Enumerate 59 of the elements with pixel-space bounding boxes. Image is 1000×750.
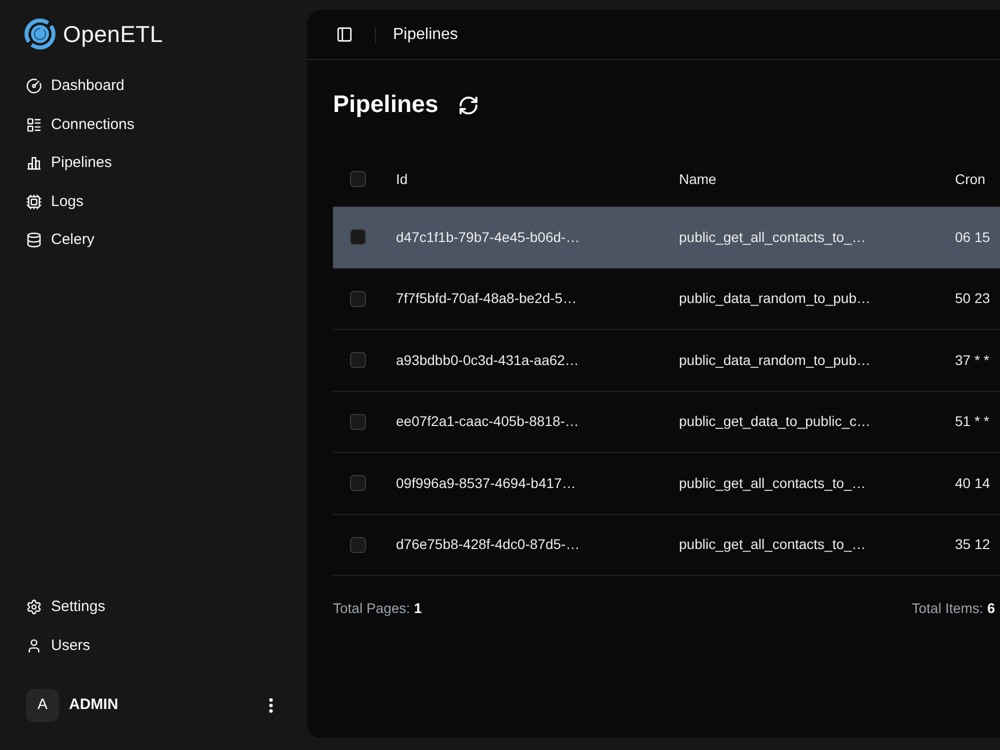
row-checkbox[interactable] bbox=[350, 229, 366, 246]
select-all-checkbox[interactable] bbox=[350, 171, 366, 187]
table-row[interactable]: a93bdbb0-0c3d-431a-aa62… public_data_random_to_pub… 37 * * bbox=[333, 330, 1000, 392]
table-cell: public_data_random_to_pub… bbox=[679, 290, 870, 306]
table-cell: 7f7f5bfd-70af-48a8-be2d-5… bbox=[396, 290, 577, 306]
nav-item[interactable]: Logs bbox=[24, 182, 281, 221]
row-checkbox[interactable] bbox=[350, 290, 366, 307]
table-cell: 37 * * bbox=[955, 352, 990, 368]
nav-item[interactable]: Connections bbox=[24, 106, 281, 144]
column-header: Id bbox=[396, 170, 408, 186]
table-cell: ee07f2a1-caac-405b-8818-… bbox=[396, 413, 579, 430]
nav-item[interactable]: Celery bbox=[24, 221, 281, 260]
total-pages-text: Total Pages: 1 bbox=[333, 599, 422, 618]
user-icon bbox=[26, 638, 42, 654]
table-cell: 35 12 bbox=[955, 536, 990, 552]
breadcrumb-title: Pipelines bbox=[393, 24, 458, 44]
chip-icon bbox=[26, 194, 42, 210]
total-items-text: Total Items: 6 bbox=[912, 599, 995, 618]
gauge-icon bbox=[26, 78, 42, 94]
row-checkbox[interactable] bbox=[350, 475, 366, 492]
kebab-icon bbox=[269, 698, 273, 713]
table-row[interactable]: ee07f2a1-caac-405b-8818-… public_get_data_to_public_c… 51 * * bbox=[333, 392, 1000, 453]
table-cell: 09f996a9-8537-4694-b417… bbox=[396, 474, 576, 491]
nav-item[interactable]: Settings bbox=[24, 588, 281, 626]
table-row[interactable]: d76e75b8-428f-4dc0-87d5-… public_get_all_contacts_to_… 35 12 bbox=[333, 514, 1000, 576]
table-row[interactable]: 7f7f5bfd-70af-48a8-be2d-5… public_data_random_to_pub… 50 23 bbox=[333, 268, 1000, 330]
list-icon bbox=[26, 116, 42, 133]
table-cell: d47c1f1b-79b7-4e45-b06d-… bbox=[396, 228, 580, 245]
refresh-icon bbox=[458, 94, 479, 116]
nav-item[interactable]: Pipelines bbox=[24, 144, 281, 182]
user-name: ADMIN bbox=[69, 695, 118, 716]
column-header: Name bbox=[679, 170, 716, 186]
row-checkbox[interactable] bbox=[350, 536, 366, 553]
nav-item[interactable]: Dashboard bbox=[24, 67, 281, 106]
table-row[interactable]: 09f996a9-8537-4694-b417… public_get_all_contacts_to_… 40 14 bbox=[333, 453, 1000, 514]
row-checkbox[interactable] bbox=[350, 414, 366, 430]
table-cell: 51 * * bbox=[955, 413, 990, 430]
table-cell: 06 15 bbox=[955, 228, 990, 245]
app-name: OpenETL bbox=[63, 20, 163, 49]
page-title: Pipelines bbox=[333, 93, 438, 117]
panel-icon bbox=[336, 26, 352, 43]
column-header: Cron bbox=[955, 170, 986, 186]
bar-chart-icon bbox=[26, 155, 42, 172]
table-cell: public_data_random_to_pub… bbox=[679, 352, 870, 368]
settings-icon bbox=[26, 599, 42, 616]
user-avatar: A bbox=[26, 689, 59, 722]
table-cell: public_get_all_contacts_to_… bbox=[679, 474, 866, 491]
row-checkbox[interactable] bbox=[350, 352, 366, 368]
table-cell: a93bdbb0-0c3d-431a-aa62… bbox=[396, 352, 579, 368]
table-row[interactable]: d47c1f1b-79b7-4e45-b06d-… public_get_all_contacts_to_… 06 15 bbox=[333, 207, 1000, 268]
table-cell: 50 23 bbox=[955, 290, 990, 306]
table-cell: d76e75b8-428f-4dc0-87d5-… bbox=[396, 536, 580, 552]
table-cell: public_get_all_contacts_to_… bbox=[679, 228, 866, 245]
table-cell: public_get_all_contacts_to_… bbox=[679, 536, 866, 552]
table-cell: 40 14 bbox=[955, 474, 990, 491]
logo-icon bbox=[24, 18, 56, 50]
table-cell: public_get_data_to_public_c… bbox=[679, 413, 870, 430]
database-icon bbox=[26, 232, 42, 248]
nav-item[interactable]: Users bbox=[24, 626, 281, 665]
